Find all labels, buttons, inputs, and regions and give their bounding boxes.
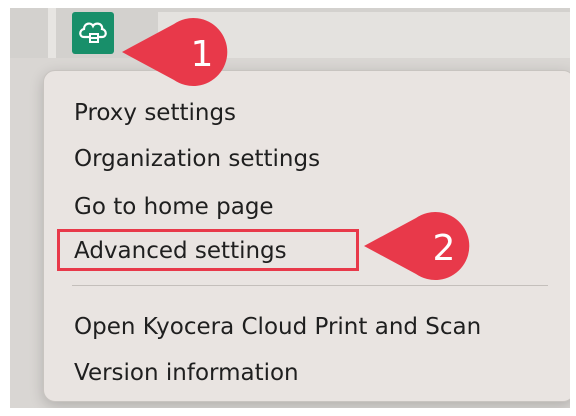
kyocera-cloud-tray-icon[interactable] (72, 12, 114, 54)
advanced-settings-highlight (57, 229, 359, 271)
menu-bar-separator (48, 8, 56, 58)
callout-2-text: 2 (433, 228, 456, 269)
callout-badge-1: 1 (122, 18, 228, 86)
menu-item-organization-settings[interactable]: Organization settings (44, 137, 570, 181)
menu-item-proxy-settings[interactable]: Proxy settings (44, 91, 570, 135)
menu-item-open-kyocera-cloud-print-and-scan[interactable]: Open Kyocera Cloud Print and Scan (44, 305, 570, 349)
callout-1-text: 1 (191, 34, 214, 75)
cloud-printer-icon (79, 22, 107, 43)
menu-bar (10, 8, 570, 58)
menu-item-version-information[interactable]: Version information (44, 351, 570, 395)
screenshot-frame: Proxy settings Organization settings Go … (10, 8, 570, 408)
callout-badge-2: 2 (364, 212, 470, 280)
